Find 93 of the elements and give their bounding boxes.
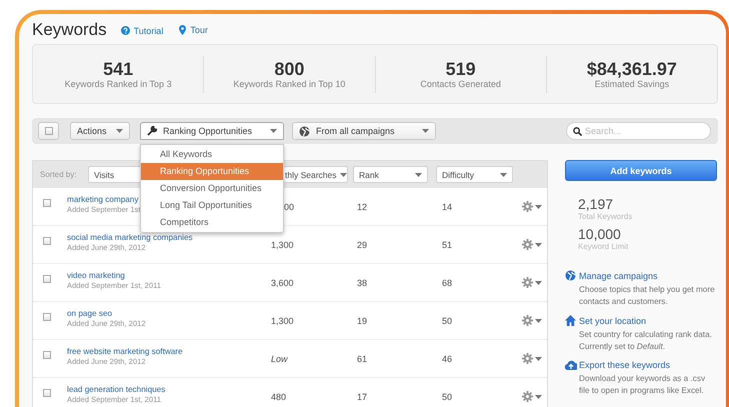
wrench-icon xyxy=(147,126,157,136)
difficulty-cell-text: 14 xyxy=(442,202,454,212)
stat-label: Keywords Ranked in Top 3 xyxy=(64,78,172,88)
caret-icon xyxy=(116,129,123,133)
menu-item[interactable]: Conversion Opportunities xyxy=(141,180,283,197)
row-checkbox[interactable] xyxy=(43,236,51,244)
help-icon xyxy=(120,26,130,35)
gear-icon[interactable] xyxy=(522,239,533,250)
row-checkbox[interactable] xyxy=(43,312,51,320)
sort-label: Sorted by: xyxy=(40,170,78,179)
difficulty-cell-text: 50 xyxy=(442,392,454,402)
gear-icon[interactable] xyxy=(522,315,533,326)
total-label: Total Keywords xyxy=(578,212,634,221)
add-keywords-button[interactable]: Add keywords xyxy=(565,160,717,181)
gear-icon[interactable] xyxy=(522,201,533,212)
caret-icon xyxy=(535,318,542,322)
globe-icon xyxy=(565,270,576,281)
caret-icon xyxy=(500,172,507,176)
rank-cell-text: 19 xyxy=(357,316,368,326)
keyword-link[interactable]: marketing company xyxy=(67,195,138,204)
checkbox[interactable] xyxy=(44,127,52,135)
searches-cell-text: 480 xyxy=(271,392,288,402)
sidebar-link[interactable]: Export these keywords xyxy=(579,360,670,370)
filter-dropdown[interactable]: Ranking Opportunities xyxy=(140,122,284,140)
globe-icon xyxy=(299,126,310,136)
caret-icon xyxy=(535,242,542,246)
sort-dropdown[interactable]: Visits xyxy=(88,166,140,183)
difficulty-cell-text: 68 xyxy=(442,278,454,288)
map-pin-icon xyxy=(179,25,186,35)
keyword-link[interactable]: free website marketing software xyxy=(67,347,183,356)
keyword-link[interactable]: social media marketing companies xyxy=(67,233,193,242)
caret-icon xyxy=(535,394,542,398)
stat-label: Contacts Generated xyxy=(420,78,501,88)
searches-cell-text: 1,300 xyxy=(271,316,295,326)
total-value: 2,197 xyxy=(578,197,614,212)
total-value: 10,000 xyxy=(578,227,622,242)
total-label: Keyword Limit xyxy=(578,242,630,251)
rank-cell-text: 17 xyxy=(357,392,368,402)
header-link[interactable]: Tour xyxy=(179,25,208,35)
export-icon xyxy=(565,360,577,370)
row-checkbox[interactable] xyxy=(43,198,51,206)
stat-value: $84,361.97 xyxy=(586,60,677,78)
searches-cell-text: 3,600 xyxy=(271,278,295,288)
menu-item[interactable]: Ranking Opportunities xyxy=(141,163,283,180)
stat-value: 541 xyxy=(103,60,134,78)
link-description: Set country for calculating rank data. Currently set to Default. xyxy=(579,329,713,353)
caret-icon xyxy=(340,172,346,176)
rank-cell-text: 38 xyxy=(357,278,368,288)
gear-icon[interactable] xyxy=(522,391,533,402)
menu-item[interactable]: Competitors xyxy=(141,214,283,231)
rank-cell-text: 61 xyxy=(357,354,368,364)
sort-dropdown[interactable]: thly Searches xyxy=(284,166,348,183)
sort-dropdown[interactable]: Rank xyxy=(353,166,428,183)
searches-cell-text: 1,300 xyxy=(271,240,295,250)
stat-value: 519 xyxy=(446,60,476,78)
stat-label: Keywords Ranked in Top 10 xyxy=(233,78,346,88)
difficulty-cell-text: 51 xyxy=(442,240,454,250)
stat-value: 800 xyxy=(274,60,304,78)
sidebar-link[interactable]: Manage campaigns xyxy=(579,270,658,280)
actions-button[interactable]: Actions xyxy=(70,122,130,140)
row-checkbox[interactable] xyxy=(43,274,51,282)
rank-cell-text: 29 xyxy=(357,240,368,250)
row-checkbox[interactable] xyxy=(43,350,51,358)
difficulty-cell-text: 50 xyxy=(442,316,454,326)
menu-item[interactable]: Long Tail Opportunities xyxy=(141,197,283,214)
select-all-button[interactable] xyxy=(38,122,59,140)
caret-icon xyxy=(422,129,429,133)
menu-item[interactable]: All Keywords xyxy=(141,146,283,163)
header-link[interactable]: Tutorial xyxy=(120,26,164,36)
caret-icon xyxy=(535,204,542,208)
home-icon xyxy=(565,315,576,326)
gear-icon[interactable] xyxy=(522,353,533,364)
gear-icon[interactable] xyxy=(522,277,533,288)
sidebar-link[interactable]: Set your location xyxy=(579,316,646,326)
keyword-link[interactable]: on page seo xyxy=(67,309,112,318)
keyword-link[interactable]: video marketing xyxy=(67,271,125,280)
rank-cell-text: 12 xyxy=(357,202,368,212)
search-field[interactable]: Search... xyxy=(566,122,711,140)
keyword-link[interactable]: lead generation techniques xyxy=(67,385,166,394)
row-checkbox[interactable] xyxy=(43,388,51,396)
caret-icon xyxy=(415,172,422,176)
caret-icon xyxy=(535,280,542,284)
caret-icon xyxy=(535,356,542,360)
difficulty-cell-text: 46 xyxy=(442,354,454,364)
sort-dropdown[interactable]: Difficulty xyxy=(436,166,513,183)
page-title: Keywords xyxy=(32,20,107,40)
searches-cell-text: 00 xyxy=(283,202,296,212)
searches-cell-text: Low xyxy=(271,354,289,364)
stat-label: Estimated Savings xyxy=(594,78,670,88)
caret-icon xyxy=(270,129,277,133)
link-description: Choose topics that help you get more contacts and customers. xyxy=(579,284,716,308)
campaign-dropdown[interactable]: From all campaigns xyxy=(292,122,436,140)
link-description: Download your keywords as a .csv file to open in programs like Excel. xyxy=(579,373,706,397)
